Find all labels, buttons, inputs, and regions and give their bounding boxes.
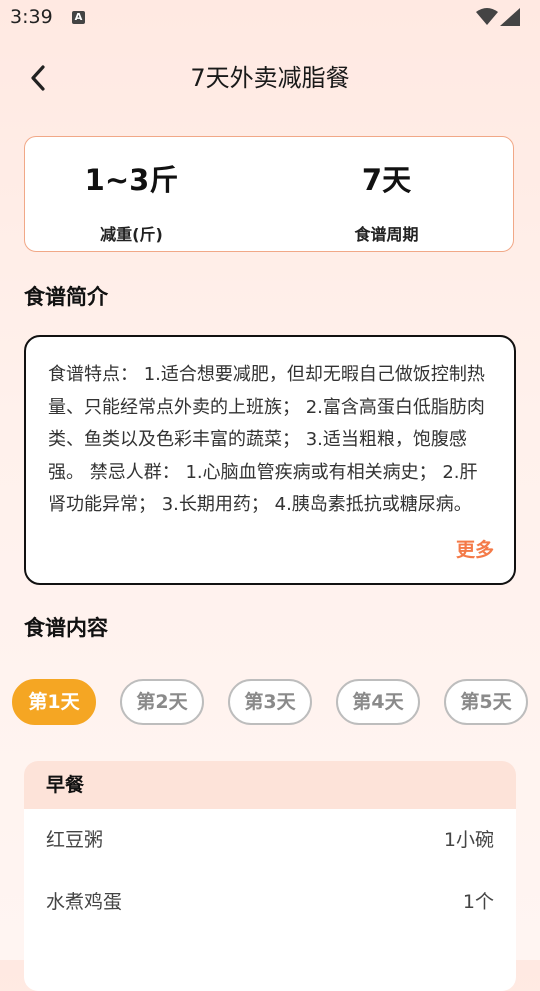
page-title: 7天外卖减脂餐	[190, 64, 350, 92]
tab-day-1[interactable]: 第1天	[12, 679, 96, 725]
tab-day-4[interactable]: 第4天	[336, 679, 420, 725]
intro-text: 食谱特点： 1.适合想要减肥，但却无暇自己做饭控制热量、只能经常点外卖的上班族；…	[48, 364, 485, 515]
weight-loss-label: 减重(斤)	[100, 225, 163, 244]
notification-icon: A	[72, 11, 85, 24]
signal-icon	[500, 8, 520, 26]
meal-card: 早餐 红豆粥 1小碗 水煮鸡蛋 1个	[24, 761, 516, 991]
recipe-period-stat: 7天 食谱周期	[270, 137, 515, 253]
recipe-period-value: 7天	[357, 161, 416, 199]
meal-item: 水煮鸡蛋 1个	[46, 871, 494, 933]
meal-title: 早餐	[24, 761, 516, 809]
wifi-icon	[476, 8, 498, 25]
weight-loss-stat: 1~3斤 减重(斤)	[25, 137, 270, 253]
day-tabs: 第1天 第2天 第3天 第4天 第5天	[12, 679, 540, 725]
recipe-period-label: 食谱周期	[354, 225, 419, 244]
meal-item-qty: 1个	[462, 891, 494, 913]
intro-section-title: 食谱简介	[24, 285, 108, 309]
meal-item-name: 红豆粥	[46, 829, 104, 851]
more-link[interactable]: 更多	[456, 535, 494, 562]
meal-item: 红豆粥 1小碗	[46, 809, 494, 871]
tab-day-5[interactable]: 第5天	[444, 679, 528, 725]
status-bar: 3:39 A	[0, 0, 540, 36]
weight-loss-value: 1~3斤	[80, 161, 183, 199]
status-time: 3:39	[10, 6, 53, 28]
content-section-title: 食谱内容	[24, 616, 108, 640]
intro-card: 食谱特点： 1.适合想要减肥，但却无暇自己做饭控制热量、只能经常点外卖的上班族；…	[24, 335, 516, 585]
tab-day-2[interactable]: 第2天	[120, 679, 204, 725]
meal-item-qty: 1小碗	[443, 829, 494, 851]
meal-item-name: 水煮鸡蛋	[46, 891, 123, 913]
tab-day-3[interactable]: 第3天	[228, 679, 312, 725]
stats-card: 1~3斤 减重(斤) 7天 食谱周期	[24, 136, 514, 252]
